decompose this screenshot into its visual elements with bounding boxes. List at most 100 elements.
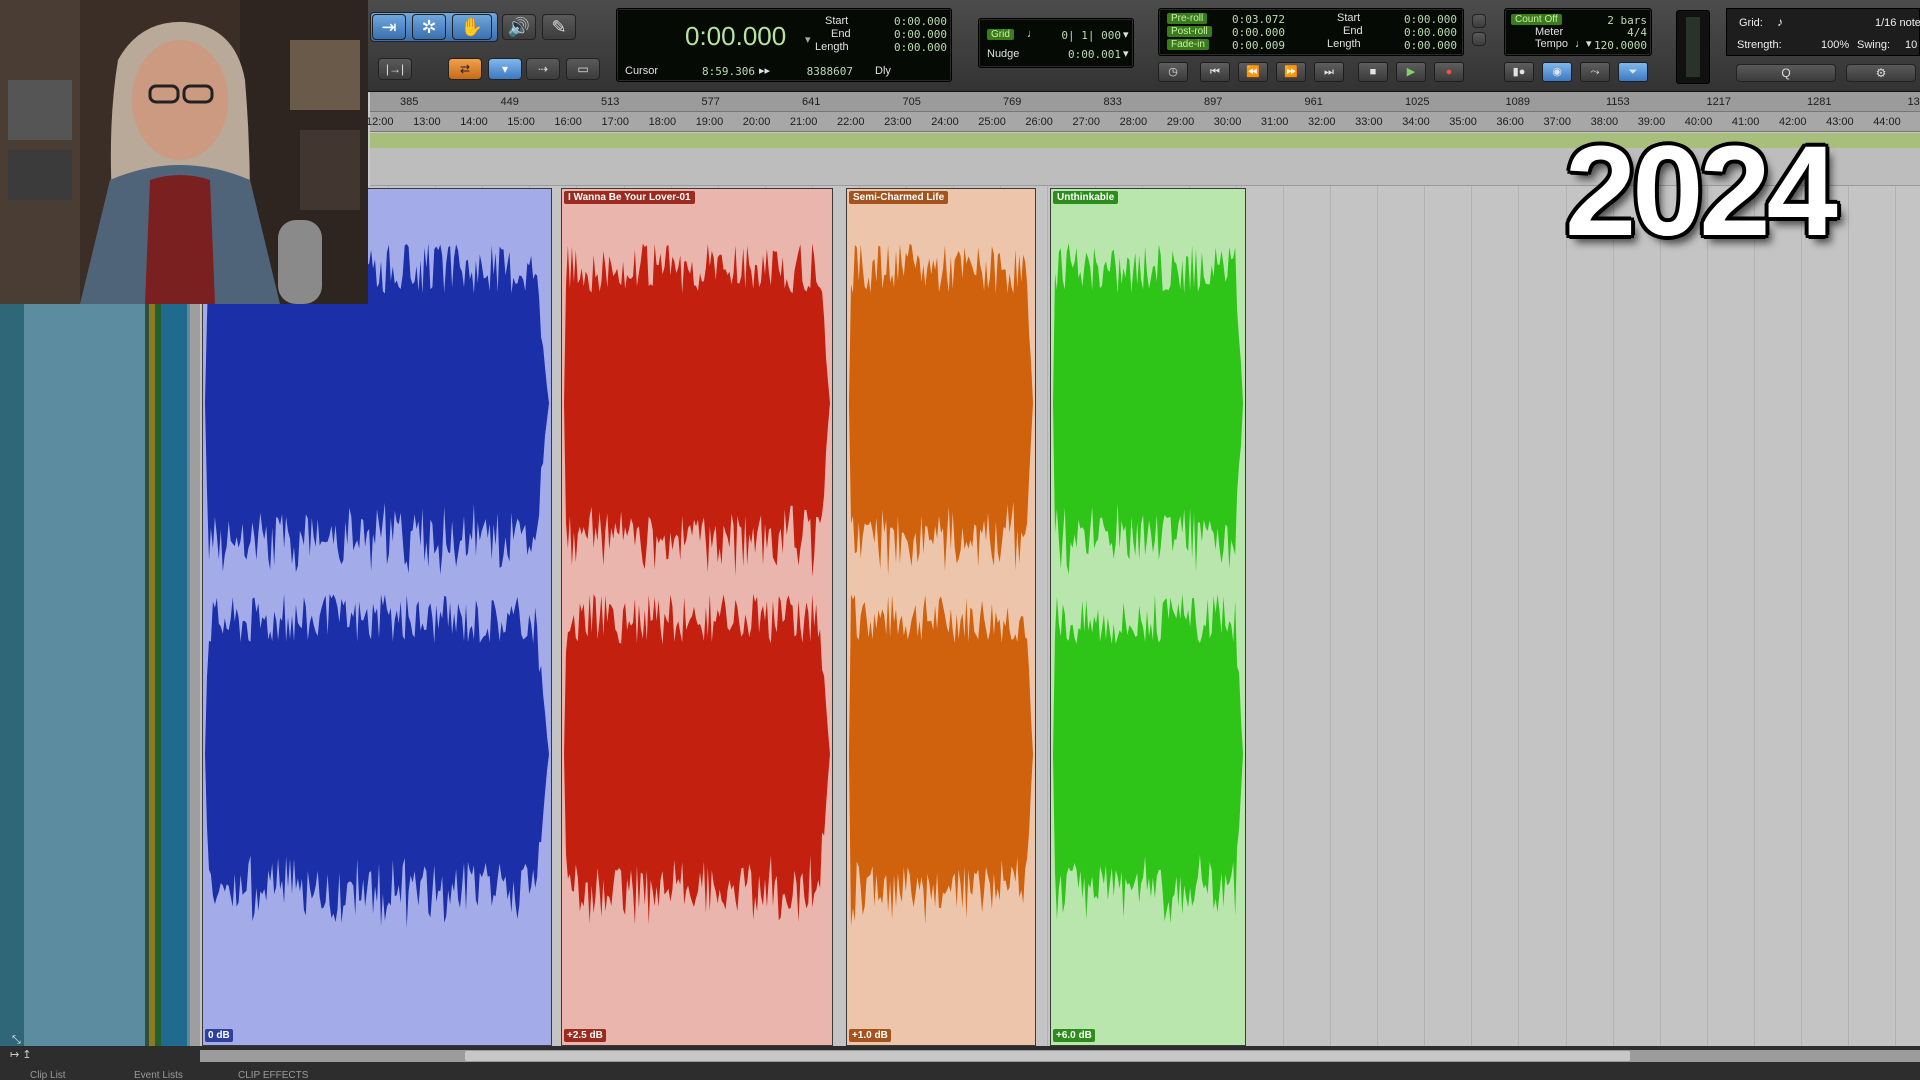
main-counter-display[interactable]: 0:00.000 ▾ Start 0:00.000 End 0:00.000 L… [616,8,952,82]
bar-tick-label: 641 [802,96,821,108]
midi-merge-icon[interactable]: ▮● [1504,62,1534,82]
time-tick-label: 23:00 [884,116,912,128]
quantize-note-icon: ♪ [1777,15,1783,29]
fadein-toggle[interactable]: Fade-in [1167,39,1209,50]
strength-value[interactable]: 100% [1821,39,1849,51]
transport-length-value[interactable]: 0:00.000 [1387,39,1457,52]
tab-to-transients-icon[interactable]: |→| [378,58,412,80]
grid-line [1282,186,1284,1046]
time-tick-label: 31:00 [1260,116,1289,128]
expand-toggle-top[interactable] [1472,14,1486,28]
zoom-toggle-icon[interactable]: ↦ ↥ [10,1048,32,1061]
transport-settings-display: Pre-roll 0:03.072 Post-roll 0:00.000 Fad… [1158,8,1464,56]
waveform-channel [205,593,549,928]
swing-value[interactable]: 10 [1905,39,1917,51]
gear-icon[interactable]: ⚙ [1846,64,1916,82]
grid-line [1848,186,1850,1046]
preroll-toggle[interactable]: Pre-roll [1167,13,1208,24]
scrubber-speaker-icon[interactable]: 🔊 [502,14,536,40]
link-timeline-icon[interactable]: ⇄ [448,58,482,80]
time-tick-label: 19:00 [695,116,724,128]
metronome-icon[interactable]: ⏷ [1618,62,1648,82]
pencil-tool-icon[interactable]: ✎ [542,14,576,40]
return-to-zero-icon[interactable]: ⏮ [1200,62,1230,82]
grid-value[interactable]: 0| 1| 000 [1039,29,1121,42]
postroll-toggle[interactable]: Post-roll [1167,26,1212,37]
swing-label: Swing: [1857,39,1891,51]
clip-gain-label[interactable]: +2.5 dB [564,1029,606,1042]
webcam-overlay [0,0,368,304]
quantize-grid-value[interactable]: 1/16 note [1875,17,1920,29]
sel-start-value[interactable]: 0:00.000 [877,15,947,28]
bar-tick-label: 897 [1204,96,1223,108]
tab-event-lists[interactable]: Event Lists [134,1070,183,1080]
record-icon[interactable]: ● [1434,62,1464,82]
fadein-value[interactable]: 0:00.009 [1225,39,1285,52]
tempo-value[interactable]: 120.0000 [1591,39,1647,52]
time-tick-label: 34:00 [1402,116,1430,128]
sel-start-label: Start [825,15,849,27]
grabber-hand-icon[interactable]: ✋ [452,14,492,40]
waveform-graphic [205,243,549,928]
insertion-follows-icon[interactable]: ⇢ [526,58,560,80]
clip-name-label: Semi-Charmed Life [849,191,949,204]
grid-line [1330,186,1331,1046]
time-tick-label: 44:00 [1873,116,1901,128]
clip-gain-label[interactable]: +6.0 dB [1053,1029,1095,1042]
rewind-icon[interactable]: ⏪ [1238,62,1268,82]
link-track-edit-icon[interactable]: ▾ [488,58,522,80]
time-tick-label: 27:00 [1072,116,1101,128]
zoomer-tool-icon[interactable]: ⇥ [372,14,406,40]
waveform-graphic [849,243,1033,926]
bar-tick-label: 769 [1003,96,1022,108]
mirror-midi-icon[interactable]: ▭ [566,58,600,80]
meter-value[interactable]: 4/4 [1591,26,1647,39]
postroll-value[interactable]: 0:00.000 [1225,26,1285,39]
audio-clip[interactable]: I Wanna Be Your Lover-01 +2.5 dB [561,188,833,1046]
transport-length-label: Length [1327,38,1361,50]
trim-tool-icon[interactable]: ✲ [412,14,446,40]
quantize-icon[interactable]: Q [1736,64,1836,82]
go-to-end-icon[interactable]: ⏭ [1314,62,1344,82]
delay-comp-label[interactable]: Dly [875,65,891,77]
tempo-note-icon[interactable]: ♩▾ [1575,37,1592,50]
grid-dropdown-icon[interactable]: ▾ [1123,28,1129,41]
audio-clip[interactable]: Semi-Charmed Life +1.0 dB [846,188,1036,1046]
clip-gain-label[interactable]: 0 dB [205,1029,233,1042]
count-off-toggle[interactable]: Count Off [1511,14,1562,25]
grid-mode-toggle[interactable]: Grid [987,29,1014,40]
tab-clip-list[interactable]: Clip List [30,1070,66,1080]
bars-beats-ruler[interactable]: 385 449 513 577 641 705 769 833 897 961 1025 1089 11… [370,92,1920,112]
transport-start-value[interactable]: 0:00.000 [1387,13,1457,26]
audio-clip[interactable]: 0 dB [202,188,552,1046]
bar-tick-label: 449 [500,96,519,108]
conductor-icon[interactable]: ⤳ [1580,62,1610,82]
tab-clip-effects[interactable]: CLIP EFFECTS [238,1070,308,1080]
stop-icon[interactable]: ■ [1358,62,1388,82]
time-tick-label: 35:00 [1449,116,1477,128]
sel-end-value[interactable]: 0:00.000 [877,28,947,41]
nudge-dropdown-icon[interactable]: ▾ [1123,47,1129,60]
wait-for-note-icon[interactable]: ◉ [1542,62,1572,82]
bar-tick-label: 1153 [1606,96,1630,108]
bar-tick-label: 1217 [1706,96,1731,108]
clip-name-label: Unthinkable [1053,191,1119,204]
preroll-value[interactable]: 0:03.072 [1225,13,1285,26]
clip-gain-label[interactable]: +1.0 dB [849,1029,891,1042]
time-tick-label: 14:00 [460,116,488,128]
waveform-channel [564,593,830,925]
bar-tick-label: 385 [400,96,419,108]
expand-toggle-bottom[interactable] [1472,32,1486,46]
audio-clip[interactable]: Unthinkable +6.0 dB [1050,188,1246,1046]
sel-length-value[interactable]: 0:00.000 [877,41,947,54]
counter-dropdown-icon[interactable]: ▾ [805,33,811,46]
fast-forward-icon[interactable]: ⏩ [1276,62,1306,82]
play-icon[interactable]: ▶ [1396,62,1426,82]
transport-end-value[interactable]: 0:00.000 [1387,26,1457,39]
scrollbar-thumb[interactable] [465,1051,1630,1061]
horizontal-scrollbar[interactable] [200,1050,1920,1062]
online-icon[interactable]: ◷ [1158,62,1188,82]
time-tick-label: 33:00 [1355,116,1383,128]
cursor-time-value: 8:59.306 [702,65,755,78]
nudge-value[interactable]: 0:00.001 [1039,48,1121,61]
